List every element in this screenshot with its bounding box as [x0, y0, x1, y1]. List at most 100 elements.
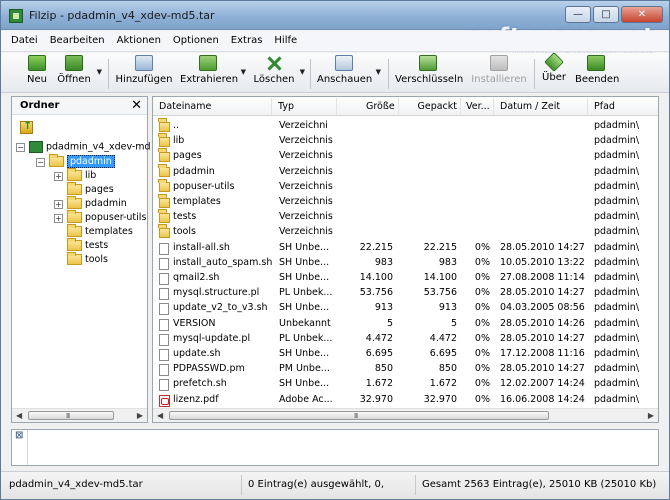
file-row[interactable]: .. Verzeichni pdadmin\ [153, 119, 658, 134]
scroll-right-arrow-icon[interactable]: ▶ [137, 411, 143, 420]
file-ratio: 0% [474, 272, 490, 283]
scrollbar-thumb[interactable]: III [28, 411, 114, 420]
file-ratio: 0% [474, 348, 490, 359]
collapse-icon[interactable]: − [36, 158, 45, 167]
expand-icon[interactable]: + [54, 172, 63, 181]
log-close-icon[interactable]: ⊠ [15, 430, 23, 441]
menu-extras[interactable]: Extras [225, 31, 269, 51]
scroll-right-arrow-icon[interactable]: ▶ [648, 411, 654, 420]
file-path: pdadmin\ [594, 211, 640, 223]
close-button[interactable]: ✕ [621, 6, 663, 23]
menu-hilfe[interactable]: Hilfe [268, 31, 303, 51]
column-divider[interactable] [271, 98, 272, 115]
about-info-icon [544, 52, 564, 72]
expand-icon[interactable]: + [54, 200, 63, 209]
file-row[interactable]: install-all.sh SH Unbe... 22.215 22.215 0% 28… [153, 241, 658, 256]
scroll-left-arrow-icon[interactable]: ◀ [157, 411, 163, 420]
delete-button[interactable]: Löschen ▼ [253, 55, 305, 91]
column-header-date[interactable]: Datum / Zeit [500, 101, 560, 112]
filzip-app-icon[interactable] [9, 9, 23, 23]
file-list-header: Dateiname Typ Größe Gepackt Ver... Datum… [153, 97, 658, 116]
file-name: pages [173, 150, 202, 162]
toolbar-separator [108, 59, 109, 89]
file-type: SH Unbe... [279, 272, 330, 283]
file-row[interactable]: templates Verzeichnis pdadmin\ [153, 195, 658, 210]
file-type: SH Unbe... [279, 256, 330, 268]
folders-horizontal-scrollbar[interactable]: ◀ III ▶ [12, 408, 147, 422]
file-type: PM Unbe... [279, 363, 330, 375]
title-bar[interactable]: Filzip - pdadmin_v4_xdev-md5.tar — □ ✕ [1, 1, 669, 30]
open-button-label: Öffnen [57, 74, 91, 85]
open-button[interactable]: Öffnen ▼ [56, 55, 102, 91]
column-divider[interactable] [460, 98, 461, 115]
new-button-label: Neu [27, 74, 47, 85]
file-row[interactable]: mysql.structure.pl PL Unbek... 53.756 53.75… [153, 286, 658, 301]
view-dropdown-arrow-icon[interactable]: ▼ [376, 68, 381, 76]
folder-up-icon[interactable] [20, 119, 33, 134]
file-row[interactable]: lizenz.pdf Adobe Ac... 32.970 32.970 0% 16.06… [153, 393, 658, 408]
file-date: 28.05.2010 14:27 [500, 287, 585, 299]
file-path: pdadmin\ [594, 180, 640, 192]
file-row[interactable]: PDPASSWD.pm PM Unbe... 850 850 0% 28.05.2010 … [153, 362, 658, 377]
maximize-button[interactable]: □ [593, 6, 619, 23]
column-divider[interactable] [398, 98, 399, 115]
expand-icon[interactable]: + [54, 214, 63, 223]
file-row[interactable]: popuser-utils Verzeichnis pdadmin\ [153, 180, 658, 195]
file-row[interactable]: update_v2_to_v3.sh SH Unbe... 913 913 0% 04.0… [153, 301, 658, 316]
file-row[interactable]: prefetch.sh SH Unbe... 1.672 1.672 0% 12.02.2… [153, 377, 658, 392]
column-divider[interactable] [336, 98, 337, 115]
exit-button[interactable]: Beenden [575, 55, 619, 91]
extract-dropdown-arrow-icon[interactable]: ▼ [241, 68, 246, 76]
file-row[interactable]: pages Verzeichnis pdadmin\ [153, 149, 658, 164]
add-button[interactable]: Hinzufügen [115, 55, 173, 91]
file-date: 17.12.2008 11:16 [500, 348, 585, 359]
folder-icon [67, 224, 82, 237]
scrollbar-thumb[interactable]: III [169, 411, 549, 420]
file-ratio: 0% [474, 317, 490, 329]
file-row[interactable]: pdadmin Verzeichnis pdadmin\ [153, 165, 658, 180]
status-bar: pdadmin_v4_xdev-md5.tar 0 Eintrag(e) aus… [1, 471, 669, 499]
column-header-ratio[interactable]: Ver... [466, 101, 490, 112]
column-header-name[interactable]: Dateiname [159, 101, 211, 112]
file-date: 28.05.2010 14:26 [500, 317, 585, 329]
about-button[interactable]: Über [541, 52, 567, 91]
column-divider[interactable] [587, 98, 588, 115]
column-divider[interactable] [493, 98, 494, 115]
file-row[interactable]: install_auto_spam.sh SH Unbe... 983 983 0% 10… [153, 256, 658, 271]
tree-node-tools[interactable]: tools [67, 252, 108, 268]
menu-optionen[interactable]: Optionen [167, 31, 225, 51]
file-row[interactable]: lib Verzeichnis pdadmin\ [153, 134, 658, 149]
menu-aktionen[interactable]: Aktionen [111, 31, 167, 51]
new-button[interactable]: Neu [23, 55, 51, 91]
file-row[interactable]: qmail2.sh SH Unbe... 14.100 14.100 0% 27.08.2… [153, 271, 658, 286]
menu-bearbeiten[interactable]: Bearbeiten [44, 31, 111, 51]
files-horizontal-scrollbar[interactable]: ◀ III ▶ [153, 408, 658, 422]
column-header-size[interactable]: Größe [366, 101, 395, 112]
install-button[interactable]: Installieren [471, 55, 527, 91]
tree-node-templates[interactable]: templates [67, 224, 133, 240]
file-row[interactable]: tools Verzeichnis pdadmin\ [153, 225, 658, 240]
column-header-packed[interactable]: Gepackt [415, 101, 457, 112]
folders-panel-close-icon[interactable]: ✕ [131, 98, 142, 113]
file-ratio: 0% [474, 332, 490, 344]
column-header-type[interactable]: Typ [278, 101, 294, 112]
file-row[interactable]: mysql-update.pl PL Unbek... 4.472 4.472 0% 28… [153, 332, 658, 347]
file-path: pdadmin\ [594, 196, 640, 207]
menu-datei[interactable]: Datei [5, 31, 44, 51]
open-dropdown-arrow-icon[interactable]: ▼ [97, 68, 102, 76]
file-row[interactable]: VERSION Unbekannt 5 5 0% 28.05.2010 14:26 pdad… [153, 317, 658, 332]
collapse-icon[interactable]: − [16, 143, 25, 152]
file-row[interactable]: update.sh SH Unbe... 6.695 6.695 0% 17.12.200… [153, 347, 658, 362]
tree-item-label: templates [85, 226, 133, 237]
minimize-button[interactable]: — [565, 6, 591, 23]
file-name: popuser-utils [173, 180, 235, 192]
column-header-path[interactable]: Pfad [594, 101, 615, 112]
file-row[interactable]: tests Verzeichnis pdadmin\ [153, 210, 658, 225]
scroll-left-arrow-icon[interactable]: ◀ [16, 411, 22, 420]
encrypt-button[interactable]: Verschlüsseln [395, 55, 463, 91]
file-date: 28.05.2010 14:27 [500, 332, 585, 344]
delete-dropdown-arrow-icon[interactable]: ▼ [300, 68, 305, 76]
extract-button[interactable]: Extrahieren ▼ [180, 55, 246, 91]
file-type: Verzeichnis [279, 150, 333, 162]
view-button[interactable]: Anschauen ▼ [317, 55, 381, 91]
